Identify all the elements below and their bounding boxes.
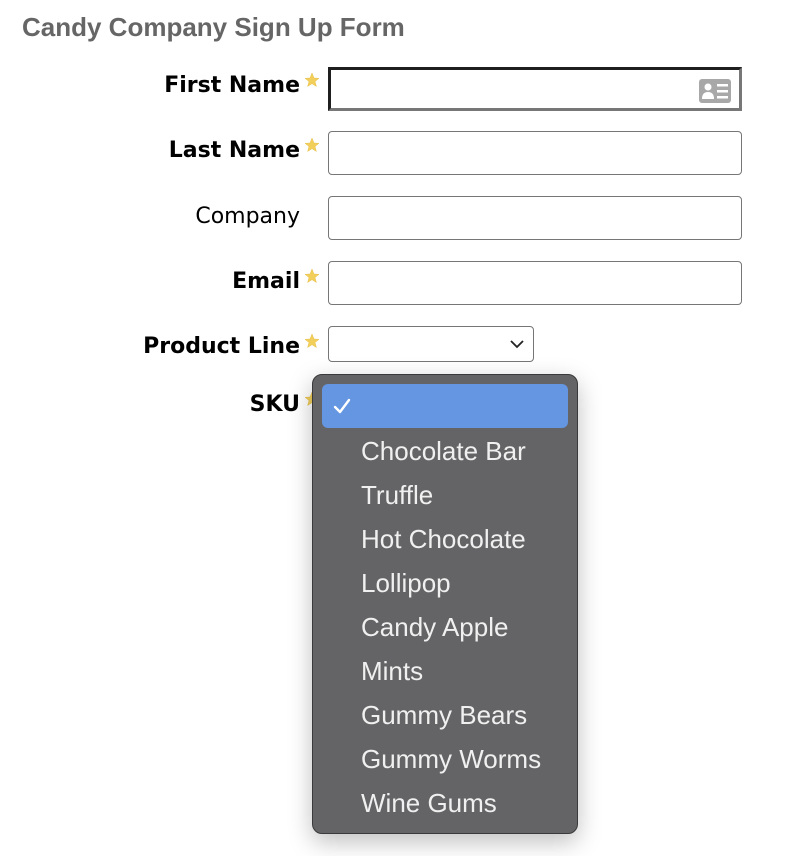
email-input[interactable] (328, 261, 742, 305)
required-star-icon (304, 268, 320, 284)
last-name-input[interactable] (328, 131, 742, 175)
sku-option[interactable]: Wine Gums (313, 781, 577, 825)
required-star-icon (304, 333, 320, 349)
sku-option[interactable]: Gummy Bears (313, 693, 577, 737)
sku-option[interactable]: Gummy Worms (313, 737, 577, 781)
first-name-label: First Name (164, 73, 300, 98)
required-star-icon (304, 137, 320, 153)
page-title: Candy Company Sign Up Form (22, 12, 405, 42)
sku-option-empty[interactable] (322, 384, 568, 428)
sku-option[interactable]: Chocolate Bar (313, 429, 577, 473)
last-name-label: Last Name (168, 138, 300, 163)
sku-option[interactable]: Lollipop (313, 561, 577, 605)
sku-option[interactable]: Truffle (313, 473, 577, 517)
product-line-select[interactable] (328, 326, 534, 362)
sku-option[interactable]: Candy Apple (313, 605, 577, 649)
product-line-label: Product Line (143, 334, 300, 359)
sku-option[interactable]: Mints (313, 649, 577, 693)
first-name-input[interactable] (328, 67, 742, 111)
sku-option[interactable]: Hot Chocolate (313, 517, 577, 561)
company-input[interactable] (328, 196, 742, 240)
required-star-icon (304, 72, 320, 88)
chevron-down-icon (510, 340, 524, 349)
contact-card-icon[interactable] (699, 79, 731, 103)
checkmark-icon (333, 398, 351, 414)
sku-dropdown-menu[interactable]: Chocolate Bar Truffle Hot Chocolate Loll… (312, 374, 578, 834)
email-label: Email (232, 269, 300, 294)
company-label: Company (195, 204, 300, 229)
sku-label: SKU (249, 392, 300, 417)
